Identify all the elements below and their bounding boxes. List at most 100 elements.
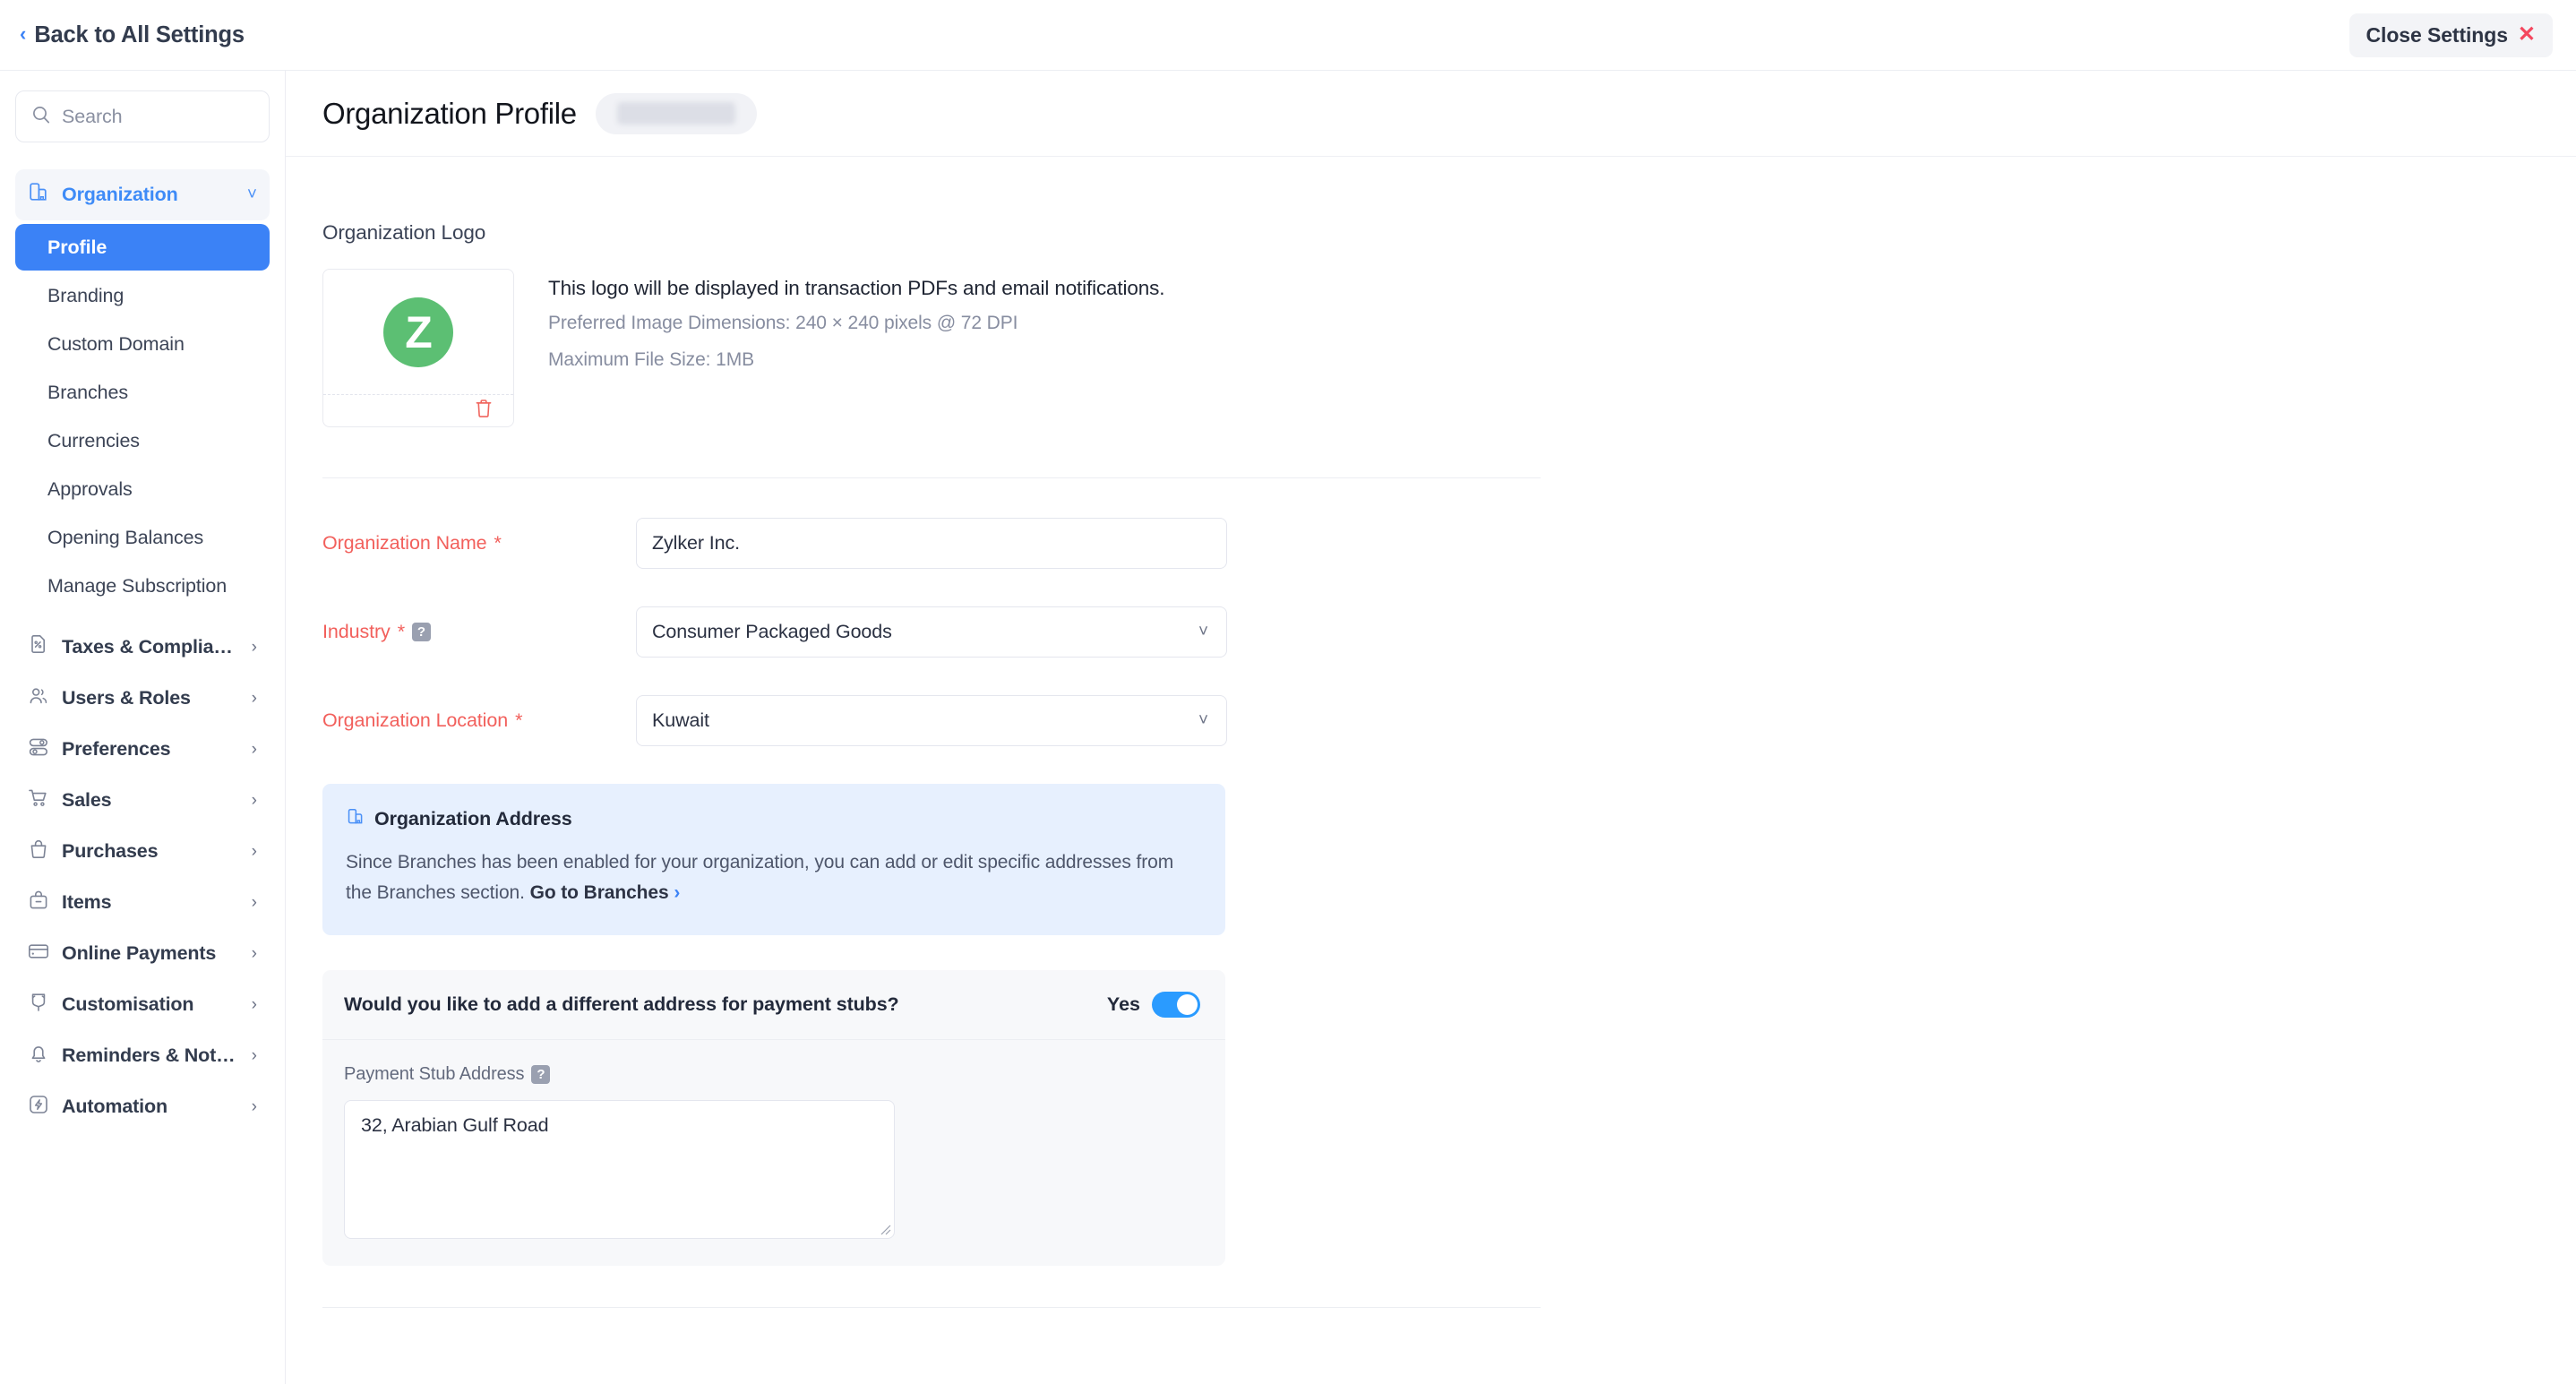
payment-stub-toggle[interactable]: [1152, 992, 1200, 1019]
logo-row: Z This logo will be displayed in transac…: [322, 269, 2576, 427]
sidebar-group-automation[interactable]: Automation ›: [15, 1081, 270, 1132]
sidebar-group-users-roles[interactable]: Users & Roles ›: [15, 673, 270, 724]
organization-name-value: Zylker Inc.: [652, 532, 741, 554]
payment-stub-toggle-wrap: Yes: [1106, 992, 1200, 1019]
credit-card-icon: [27, 940, 50, 967]
page-title: Organization Profile: [322, 96, 577, 130]
bag-icon: [27, 838, 50, 865]
chevron-right-icon: ›: [251, 638, 257, 657]
users-icon: [27, 684, 50, 712]
help-question-icon[interactable]: ?: [411, 623, 431, 641]
organization-name-input[interactable]: Zylker Inc.: [636, 518, 1227, 569]
industry-row: Industry * ? Consumer Packaged Goods ˅: [322, 606, 2576, 658]
close-settings-button[interactable]: Close Settings ✕: [2348, 13, 2553, 57]
payment-stub-body: Payment Stub Address ? 32, Arabian Gulf …: [322, 1040, 1225, 1240]
organization-icon: [27, 181, 50, 209]
sidebar-item-opening-balances[interactable]: Opening Balances: [15, 514, 270, 561]
cart-icon: [27, 787, 50, 814]
callout-body: Since Branches has been enabled for your…: [346, 847, 1198, 908]
sidebar-item-profile[interactable]: Profile: [15, 224, 270, 271]
tax-document-icon: [27, 633, 50, 661]
organization-logo-avatar: Z: [383, 297, 453, 367]
sidebar-suborganization-list: Profile Branding Custom Domain Branches …: [15, 224, 270, 609]
chevron-down-icon: ˅: [1198, 623, 1208, 641]
payment-stub-address-textarea[interactable]: 32, Arabian Gulf Road: [344, 1100, 895, 1240]
organization-name-row: Organization Name * Zylker Inc.: [322, 518, 2576, 569]
toggle-state-label: Yes: [1106, 993, 1140, 1016]
sidebar-group-taxes-compliance[interactable]: Taxes & Compliance ›: [15, 622, 270, 673]
sidebar-item-label: Profile: [47, 236, 107, 258]
sidebar-group-label: Sales: [62, 789, 112, 811]
back-to-all-settings-button[interactable]: ‹ Back to All Settings: [16, 17, 248, 54]
organization-location-label: Organization Location *: [322, 709, 636, 732]
sidebar-group-label: Customisation: [62, 993, 194, 1015]
automation-bolt-icon: [27, 1093, 50, 1121]
logo-preview-area: Z: [323, 270, 513, 395]
bell-icon: [27, 1042, 50, 1070]
sidebar-item-label: Opening Balances: [47, 526, 204, 548]
settings-sidebar: Search Organization ˅ Profile Branding C…: [0, 71, 286, 1384]
sidebar-group-purchases[interactable]: Purchases ›: [15, 826, 270, 877]
logo-upload-card[interactable]: Z: [322, 269, 514, 427]
organization-location-value: Kuwait: [652, 709, 709, 731]
sidebar-group-items[interactable]: Items ›: [15, 877, 270, 928]
sidebar-group-organization[interactable]: Organization ˅: [15, 169, 270, 220]
sidebar-nav: Organization ˅ Profile Branding Custom D…: [15, 169, 270, 1132]
sidebar-group-label: Automation: [62, 1096, 167, 1117]
sidebar-group-reminders-notifications[interactable]: Reminders & Notifica... ›: [15, 1030, 270, 1081]
toggle-knob: [1177, 994, 1198, 1016]
chevron-right-icon: ›: [251, 740, 257, 759]
chevron-down-icon: ˅: [246, 185, 257, 204]
sidebar-item-custom-domain[interactable]: Custom Domain: [15, 321, 270, 367]
sidebar-item-branches[interactable]: Branches: [15, 369, 270, 416]
chevron-left-icon: ‹: [20, 22, 27, 45]
sidebar-item-branding[interactable]: Branding: [15, 272, 270, 319]
sidebar-item-manage-subscription[interactable]: Manage Subscription: [15, 563, 270, 609]
chevron-right-icon: ›: [674, 882, 681, 904]
sidebar-group-label: Purchases: [62, 840, 159, 862]
sidebar-group-customisation[interactable]: Customisation ›: [15, 979, 270, 1030]
sidebar-group-sales[interactable]: Sales ›: [15, 775, 270, 826]
organization-name-label-text: Organization Name: [322, 532, 487, 554]
organization-location-select[interactable]: Kuwait ˅: [636, 695, 1227, 746]
trash-icon[interactable]: [474, 398, 494, 424]
help-question-icon[interactable]: ?: [531, 1065, 551, 1085]
chevron-right-icon: ›: [251, 1097, 257, 1116]
sidebar-item-label: Branches: [47, 381, 129, 403]
logo-info: This logo will be displayed in transacti…: [548, 269, 1164, 427]
chevron-right-icon: ›: [251, 995, 257, 1014]
sidebar-group-label: Organization: [62, 184, 178, 205]
sidebar-group-online-payments[interactable]: Online Payments ›: [15, 928, 270, 979]
search-placeholder: Search: [62, 105, 123, 127]
callout-header: Organization Address: [346, 807, 1198, 831]
organization-address-callout: Organization Address Since Branches has …: [322, 784, 1225, 936]
section-divider: [322, 477, 1541, 478]
organization-icon: [346, 807, 365, 831]
organization-logo-label: Organization Logo: [322, 221, 486, 244]
sidebar-item-currencies[interactable]: Currencies: [15, 417, 270, 464]
sidebar-group-label: Taxes & Compliance: [62, 636, 240, 658]
organization-name-label: Organization Name *: [322, 532, 636, 554]
logo-filesize-note: Maximum File Size: 1MB: [548, 349, 755, 370]
payment-stub-address-value: 32, Arabian Gulf Road: [361, 1114, 549, 1137]
sidebar-item-label: Branding: [47, 284, 125, 306]
payment-stub-panel: Would you like to add a different addres…: [322, 970, 1225, 1267]
page-header: Organization Profile: [286, 71, 2576, 157]
search-input[interactable]: Search: [15, 90, 270, 142]
fields: Organization Name * Zylker Inc. Industry *…: [322, 518, 2576, 746]
industry-value: Consumer Packaged Goods: [652, 621, 892, 642]
sliders-icon: [27, 735, 50, 763]
close-settings-label: Close Settings: [2366, 22, 2508, 47]
logo-dimensions-note: Preferred Image Dimensions: 240 × 240 pi…: [548, 313, 1018, 333]
search-icon: [31, 105, 51, 129]
chevron-right-icon: ›: [251, 689, 257, 708]
chevron-right-icon: ›: [251, 791, 257, 810]
required-marker: *: [397, 621, 405, 642]
sidebar-group-preferences[interactable]: Preferences ›: [15, 724, 270, 775]
industry-select[interactable]: Consumer Packaged Goods ˅: [636, 606, 1227, 658]
go-to-branches-link[interactable]: Go to Branches ›: [530, 882, 681, 903]
callout-title: Organization Address: [374, 808, 572, 830]
required-marker: *: [494, 532, 502, 554]
sidebar-item-approvals[interactable]: Approvals: [15, 466, 270, 512]
required-marker: *: [515, 709, 523, 731]
